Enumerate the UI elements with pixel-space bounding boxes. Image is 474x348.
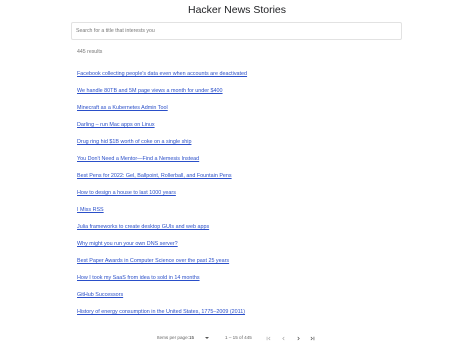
list-item: You Don't Need a Mentor—Find a Nemesis I…	[77, 147, 247, 164]
story-link[interactable]: How to design a house to last 1000 years	[77, 190, 176, 197]
items-per-page-value: 15	[189, 335, 195, 340]
story-link[interactable]: Minecraft as a Kubernetes Admin Tool	[77, 105, 168, 112]
results-count: 445 results	[77, 49, 103, 55]
search-input[interactable]	[71, 22, 402, 40]
list-item: Julia frameworks to create desktop GUIs …	[77, 215, 247, 232]
last-page-button[interactable]	[307, 333, 317, 343]
story-link[interactable]: Darling – run Mac apps on Linux	[77, 122, 155, 129]
page: Hacker News Stories 445 results Facebook…	[0, 0, 474, 348]
previous-page-button[interactable]	[278, 333, 288, 343]
story-link[interactable]: Best Paper Awards in Computer Science ov…	[77, 258, 229, 265]
story-link[interactable]: Best Pens for 2022: Gel, Ballpoint, Roll…	[77, 173, 232, 180]
story-link[interactable]: Drug ring hid $1B worth of coke on a sin…	[77, 139, 191, 146]
first-page-icon	[266, 336, 270, 340]
caret-down-icon	[205, 336, 209, 339]
paginator: Items per page: 15 1 – 15 of 445	[0, 332, 474, 344]
story-link[interactable]: Facebook collecting people's data even w…	[77, 71, 247, 78]
story-list: Facebook collecting people's data even w…	[77, 62, 247, 317]
list-item: Drug ring hid $1B worth of coke on a sin…	[77, 130, 247, 147]
last-page-icon	[310, 336, 314, 340]
list-item: Facebook collecting people's data even w…	[77, 62, 247, 79]
range-label: 1 – 15 of 445	[225, 335, 252, 340]
list-item: Best Pens for 2022: Gel, Ballpoint, Roll…	[77, 164, 247, 181]
list-item: We handle 80TB and 5M page views a month…	[77, 79, 247, 96]
chevron-left-icon	[281, 336, 284, 340]
page-title: Hacker News Stories	[187, 4, 287, 16]
list-item: GitHub Successors	[77, 283, 247, 300]
list-item: History of energy consumption in the Uni…	[77, 300, 247, 317]
items-per-page-label: Items per page:	[157, 335, 189, 340]
list-item: How to design a house to last 1000 years	[77, 181, 247, 198]
story-link[interactable]: History of energy consumption in the Uni…	[77, 309, 245, 316]
items-per-page-select[interactable]: 15	[189, 333, 211, 342]
list-item: I Miss RSS	[77, 198, 247, 215]
story-link[interactable]: We handle 80TB and 5M page views a month…	[77, 88, 223, 95]
story-link[interactable]: Julia frameworks to create desktop GUIs …	[77, 224, 209, 231]
list-item: How I took my SaaS from idea to sold in …	[77, 266, 247, 283]
list-item: Why might you run your own DNS server?	[77, 232, 247, 249]
first-page-button[interactable]	[263, 333, 273, 343]
next-page-button[interactable]	[293, 333, 303, 343]
chevron-right-icon	[297, 336, 300, 340]
list-item: Darling – run Mac apps on Linux	[77, 113, 247, 130]
story-link[interactable]: I Miss RSS	[77, 207, 104, 214]
list-item: Minecraft as a Kubernetes Admin Tool	[77, 96, 247, 113]
list-item: Best Paper Awards in Computer Science ov…	[77, 249, 247, 266]
story-link[interactable]: Why might you run your own DNS server?	[77, 241, 178, 248]
story-link[interactable]: How I took my SaaS from idea to sold in …	[77, 275, 200, 282]
story-link[interactable]: You Don't Need a Mentor—Find a Nemesis I…	[77, 156, 199, 163]
story-link[interactable]: GitHub Successors	[77, 292, 123, 299]
